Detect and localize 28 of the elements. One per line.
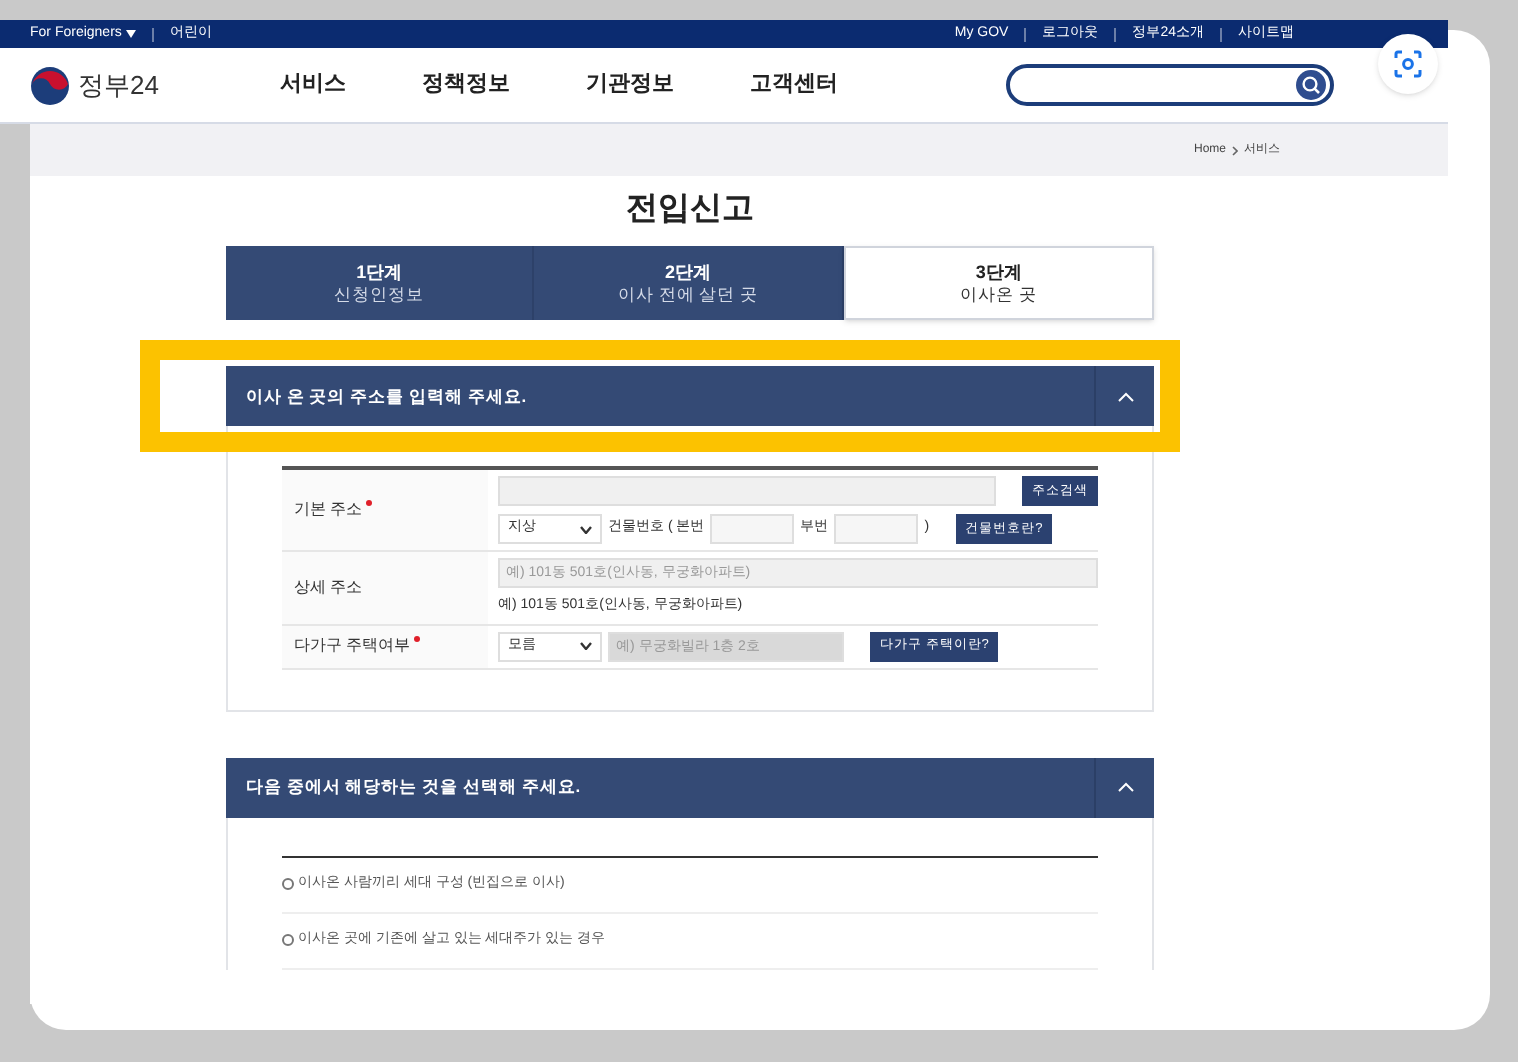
step-tab[interactable]: 3단계 이사온 곳 [843,246,1154,320]
input-field[interactable] [498,476,996,506]
search-field[interactable] [1006,64,1334,106]
nav-item[interactable]: 고객센터 [750,68,838,102]
collapse-icon[interactable] [1117,782,1133,792]
search-icon[interactable] [1296,70,1326,100]
field-label: 다가구 주택여부 [294,634,411,658]
field-label: 기본 주소 [294,498,363,522]
logo-icon [30,65,70,105]
step-tab[interactable]: 1단계 신청인정보 [226,246,535,320]
section-header[interactable]: 다음 중에서 해당하는 것을 선택해 주세요. [226,757,1154,817]
page-title: 전입신고 [624,190,756,230]
chevron-icon [580,642,592,650]
nav-item[interactable]: 정책정보 [422,68,510,102]
input-field[interactable] [834,514,919,544]
radio-button[interactable] [282,934,294,946]
logo-text[interactable]: 정부24 [78,65,159,105]
step-tab[interactable]: 2단계 이사 전에 살던 곳 [534,246,844,320]
radio-button[interactable] [282,878,294,890]
section-header[interactable]: 이사 온 곳의 주소를 입력해 주세요. [226,366,1154,426]
collapse-icon[interactable] [1117,391,1133,401]
chevron-icon [580,525,592,533]
nav-item[interactable]: 기관정보 [586,68,674,102]
field-label: 상세 주소 [294,575,363,600]
scan-icon [1394,50,1422,78]
nav-item[interactable]: 서비스 [280,68,346,102]
input-field[interactable] [710,514,795,544]
chevron-icon [1232,145,1238,155]
